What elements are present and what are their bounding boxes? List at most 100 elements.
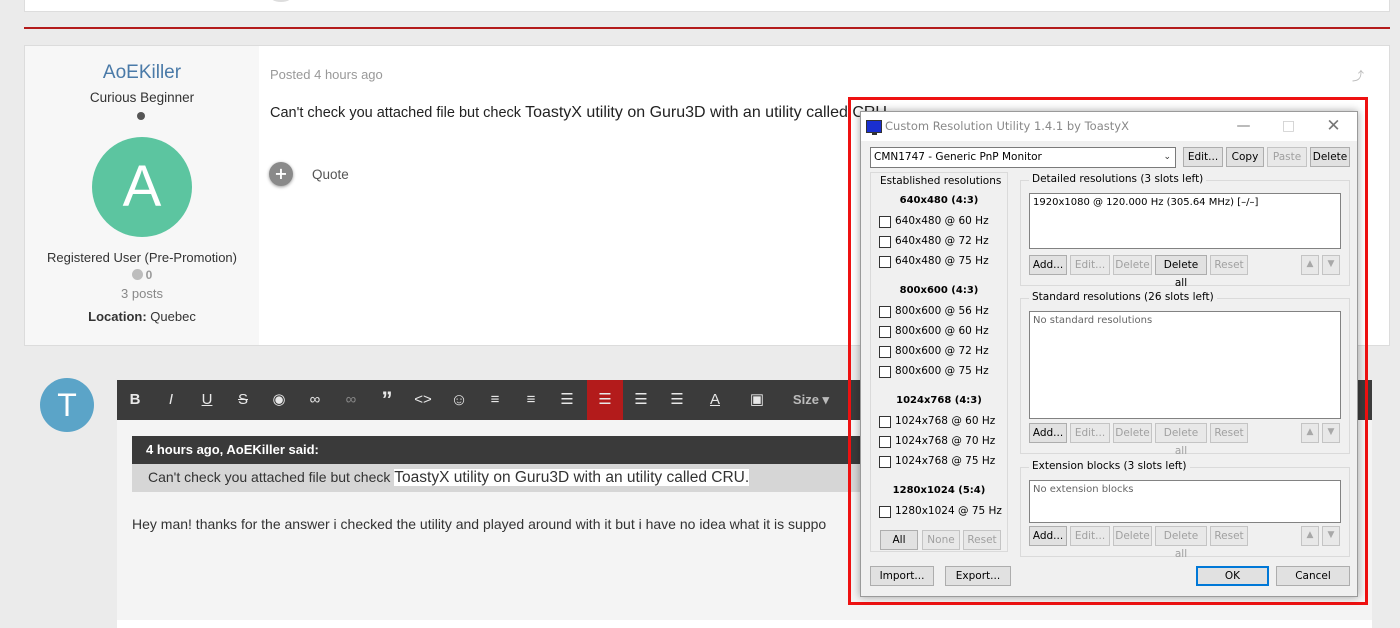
ok-button[interactable]: OK [1196, 566, 1269, 586]
checkbox[interactable] [879, 436, 891, 448]
detailed-edit-button[interactable]: Edit... [1070, 255, 1110, 275]
checkbox[interactable] [879, 306, 891, 318]
extension-add-button[interactable]: Add... [1029, 526, 1067, 546]
background-color-icon[interactable]: ▣ [739, 380, 775, 420]
detailed-resolutions-list[interactable]: 1920x1080 @ 120.000 Hz (305.64 MHz) [–/–… [1029, 193, 1341, 249]
checkbox[interactable] [879, 456, 891, 468]
bold-button[interactable]: B [117, 380, 153, 420]
standard-resolutions-group: Standard resolutions (26 slots left) No … [1020, 291, 1350, 457]
checkbox[interactable] [879, 236, 891, 248]
monitor-icon [866, 120, 882, 135]
reset-established-button[interactable]: Reset [963, 530, 1001, 550]
extension-blocks-list[interactable]: No extension blocks [1029, 480, 1341, 523]
detailed-add-button[interactable]: Add... [1029, 255, 1067, 275]
chevron-down-icon: ⌄ [1163, 152, 1171, 162]
extension-reset-button[interactable]: Reset [1210, 526, 1248, 546]
emoji-icon[interactable]: ☺ [441, 380, 477, 420]
established-group-heading: 1280x1024 (5:4) [892, 485, 986, 496]
avatar[interactable]: T [40, 378, 94, 432]
detailed-reset-button[interactable]: Reset [1210, 255, 1248, 275]
author-name[interactable]: AoEKiller [25, 62, 259, 84]
extension-delete-all-button[interactable]: Delete all [1155, 526, 1207, 560]
previous-post-card [24, 0, 1390, 12]
strikethrough-button[interactable]: S [225, 380, 261, 420]
author-group: Registered User (Pre-Promotion) [46, 250, 237, 265]
align-center-icon[interactable]: ☰ [623, 380, 659, 420]
quote-header: 4 hours ago, AoEKiller said: [132, 436, 872, 464]
dialog-titlebar[interactable]: Custom Resolution Utility 1.4.1 by Toast… [861, 112, 1357, 141]
post-body: Can't check you attached file but check … [270, 104, 892, 121]
select-all-button[interactable]: All [880, 530, 918, 550]
reply-text[interactable]: Hey man! thanks for the answer i checked… [132, 516, 826, 532]
checkbox[interactable] [879, 346, 891, 358]
italic-button[interactable]: I [153, 380, 189, 420]
import-button[interactable]: Import... [870, 566, 934, 586]
quote-text: Can't check you attached file but check … [148, 469, 750, 486]
established-resolutions-group: Established resolutions 640x480 (4:3) 640… [870, 172, 1008, 552]
extension-edit-button[interactable]: Edit... [1070, 526, 1110, 546]
move-down-icon[interactable]: ▼ [1322, 255, 1340, 275]
move-up-icon[interactable]: ▲ [1301, 423, 1319, 443]
code-icon[interactable]: <> [405, 380, 441, 420]
standard-delete-all-button[interactable]: Delete all [1155, 423, 1207, 457]
checkbox-label: 800x600 @ 56 Hz [895, 305, 989, 317]
move-up-icon[interactable]: ▲ [1301, 255, 1319, 275]
detailed-delete-button[interactable]: Delete [1113, 255, 1152, 275]
text-color-icon[interactable]: A [697, 380, 733, 420]
export-button[interactable]: Export... [945, 566, 1011, 586]
checkbox-label: 800x600 @ 72 Hz [895, 345, 989, 357]
quote-icon[interactable]: ” [369, 380, 405, 420]
paste-button[interactable]: Paste [1267, 147, 1307, 167]
move-up-icon[interactable]: ▲ [1301, 526, 1319, 546]
font-size-dropdown[interactable]: Size ▾ [781, 380, 841, 420]
standard-edit-button[interactable]: Edit... [1070, 423, 1110, 443]
move-down-icon[interactable]: ▼ [1322, 423, 1340, 443]
checkbox-label: 640x480 @ 75 Hz [895, 255, 989, 267]
checkbox[interactable] [879, 506, 891, 518]
underline-button[interactable]: U [189, 380, 225, 420]
spoiler-eye-icon[interactable]: ◉ [261, 380, 297, 420]
established-group-heading: 1024x768 (4:3) [896, 395, 982, 406]
edit-monitor-button[interactable]: Edit... [1183, 147, 1223, 167]
share-icon[interactable]: ⤴ [1352, 67, 1366, 83]
move-down-icon[interactable]: ▼ [1322, 526, 1340, 546]
standard-delete-button[interactable]: Delete [1113, 423, 1152, 443]
detailed-delete-all-button[interactable]: Delete all [1155, 255, 1207, 289]
checkbox[interactable] [879, 326, 891, 338]
standard-resolutions-list[interactable]: No standard resolutions [1029, 311, 1341, 419]
checkbox[interactable] [879, 416, 891, 428]
standard-reset-button[interactable]: Reset [1210, 423, 1248, 443]
close-icon[interactable]: ✕ [1311, 112, 1356, 141]
bullet-list-icon[interactable]: ≡ [477, 380, 513, 420]
quote-button[interactable]: Quote [312, 167, 349, 182]
delete-monitor-button[interactable]: Delete [1310, 147, 1350, 167]
list-item[interactable]: 1920x1080 @ 120.000 Hz (305.64 MHz) [–/–… [1033, 197, 1337, 208]
standard-add-button[interactable]: Add... [1029, 423, 1067, 443]
checkbox[interactable] [879, 366, 891, 378]
avatar[interactable]: A [92, 137, 192, 237]
cancel-button[interactable]: Cancel [1276, 566, 1350, 586]
align-left-icon[interactable]: ☰ [587, 380, 623, 420]
post-count: 3 posts [121, 286, 163, 301]
author-location: Location: Quebec [88, 309, 196, 324]
select-none-button[interactable]: None [922, 530, 960, 550]
extension-delete-button[interactable]: Delete [1113, 526, 1152, 546]
checkbox-label: 640x480 @ 60 Hz [895, 215, 989, 227]
copy-button[interactable]: Copy [1226, 147, 1264, 167]
checkbox[interactable] [879, 216, 891, 228]
checkbox-label: 800x600 @ 60 Hz [895, 325, 989, 337]
unlink-icon[interactable]: ∞ [333, 380, 369, 420]
multiquote-add-icon[interactable]: + [269, 162, 293, 186]
monitor-select[interactable]: CMN1747 - Generic PnP Monitor ⌄ [870, 147, 1176, 168]
reputation: 0 [25, 268, 259, 282]
align-justify-icon[interactable]: ☰ [549, 380, 585, 420]
extension-blocks-group: Extension blocks (3 slots left) No exten… [1020, 460, 1350, 560]
align-right-icon[interactable]: ☰ [659, 380, 695, 420]
maximize-icon[interactable]: □ [1266, 112, 1311, 141]
established-group-heading: 800x600 (4:3) [899, 285, 979, 296]
numbered-list-icon[interactable]: ≡ [513, 380, 549, 420]
link-icon[interactable]: ∞ [297, 380, 333, 420]
checkbox[interactable] [879, 256, 891, 268]
minimize-icon[interactable]: — [1221, 112, 1266, 141]
checkbox-label: 1280x1024 @ 75 Hz [895, 505, 1002, 517]
